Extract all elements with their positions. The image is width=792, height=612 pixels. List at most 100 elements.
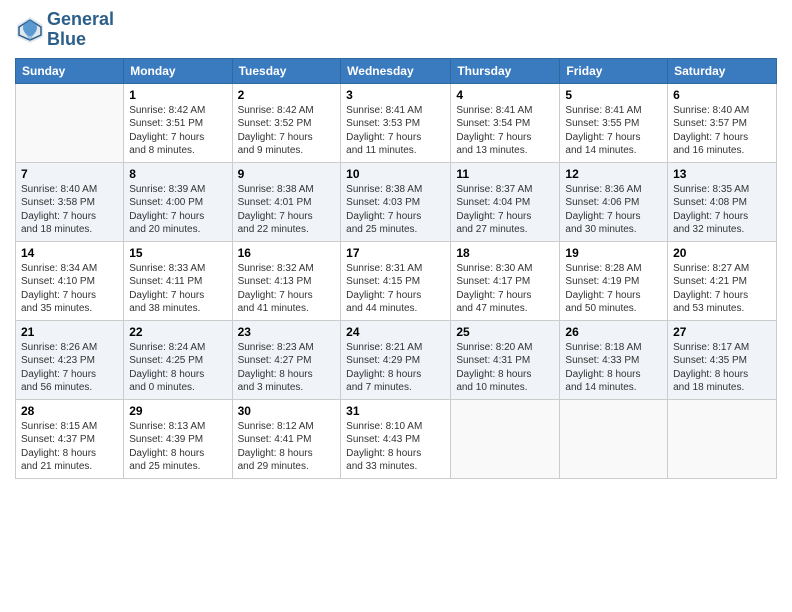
cell-info: Sunrise: 8:27 AMSunset: 4:21 PMDaylight:… xyxy=(673,262,771,316)
day-number: 21 xyxy=(21,325,118,339)
cell-info: Sunrise: 8:12 AMSunset: 4:41 PMDaylight:… xyxy=(238,420,336,474)
day-number: 18 xyxy=(456,246,554,260)
cell-info: Sunrise: 8:35 AMSunset: 4:08 PMDaylight:… xyxy=(673,183,771,237)
day-number: 4 xyxy=(456,88,554,102)
weekday-header-cell: Saturday xyxy=(668,58,777,83)
day-number: 14 xyxy=(21,246,118,260)
cell-info: Sunrise: 8:32 AMSunset: 4:13 PMDaylight:… xyxy=(238,262,336,316)
cell-info: Sunrise: 8:30 AMSunset: 4:17 PMDaylight:… xyxy=(456,262,554,316)
day-number: 30 xyxy=(238,404,336,418)
cell-info: Sunrise: 8:40 AMSunset: 3:58 PMDaylight:… xyxy=(21,183,118,237)
cell-info: Sunrise: 8:38 AMSunset: 4:01 PMDaylight:… xyxy=(238,183,336,237)
weekday-header-cell: Sunday xyxy=(16,58,124,83)
day-number: 3 xyxy=(346,88,445,102)
calendar-cell: 4 Sunrise: 8:41 AMSunset: 3:54 PMDaylight… xyxy=(451,83,560,162)
calendar-cell xyxy=(16,83,124,162)
calendar-cell: 30 Sunrise: 8:12 AMSunset: 4:41 PMDayligh… xyxy=(232,399,341,478)
day-number: 10 xyxy=(346,167,445,181)
cell-info: Sunrise: 8:42 AMSunset: 3:52 PMDaylight:… xyxy=(238,104,336,158)
calendar-cell xyxy=(451,399,560,478)
calendar-cell: 24Sunrise: 8:21 AMSunset: 4:29 PMDayligh… xyxy=(341,320,451,399)
calendar-cell: 11 Sunrise: 8:37 AMSunset: 4:04 PMDayligh… xyxy=(451,162,560,241)
calendar-cell: 13Sunrise: 8:35 AMSunset: 4:08 PMDayligh… xyxy=(668,162,777,241)
calendar-cell: 18 Sunrise: 8:30 AMSunset: 4:17 PMDayligh… xyxy=(451,241,560,320)
calendar-cell xyxy=(560,399,668,478)
day-number: 28 xyxy=(21,404,118,418)
day-number: 19 xyxy=(565,246,662,260)
cell-info: Sunrise: 8:10 AMSunset: 4:43 PMDaylight:… xyxy=(346,420,445,474)
cell-info: Sunrise: 8:28 AMSunset: 4:19 PMDaylight:… xyxy=(565,262,662,316)
day-number: 16 xyxy=(238,246,336,260)
calendar-week-row: 28 Sunrise: 8:15 AMSunset: 4:37 PMDayligh… xyxy=(16,399,777,478)
cell-info: Sunrise: 8:40 AMSunset: 3:57 PMDaylight:… xyxy=(673,104,771,158)
calendar-cell: 31 Sunrise: 8:10 AMSunset: 4:43 PMDayligh… xyxy=(341,399,451,478)
cell-info: Sunrise: 8:26 AMSunset: 4:23 PMDaylight:… xyxy=(21,341,118,395)
day-number: 23 xyxy=(238,325,336,339)
header: General Blue xyxy=(15,10,777,50)
calendar-cell: 27Sunrise: 8:17 AMSunset: 4:35 PMDayligh… xyxy=(668,320,777,399)
calendar-cell: 23 Sunrise: 8:23 AMSunset: 4:27 PMDayligh… xyxy=(232,320,341,399)
calendar-cell: 5 Sunrise: 8:41 AMSunset: 3:55 PMDaylight… xyxy=(560,83,668,162)
day-number: 26 xyxy=(565,325,662,339)
cell-info: Sunrise: 8:41 AMSunset: 3:55 PMDaylight:… xyxy=(565,104,662,158)
calendar-cell: 2Sunrise: 8:42 AMSunset: 3:52 PMDaylight… xyxy=(232,83,341,162)
cell-info: Sunrise: 8:36 AMSunset: 4:06 PMDaylight:… xyxy=(565,183,662,237)
weekday-header-cell: Monday xyxy=(124,58,232,83)
cell-info: Sunrise: 8:42 AMSunset: 3:51 PMDaylight:… xyxy=(129,104,226,158)
calendar-cell: 22 Sunrise: 8:24 AMSunset: 4:25 PMDayligh… xyxy=(124,320,232,399)
cell-info: Sunrise: 8:13 AMSunset: 4:39 PMDaylight:… xyxy=(129,420,226,474)
day-number: 25 xyxy=(456,325,554,339)
calendar-cell: 17Sunrise: 8:31 AMSunset: 4:15 PMDayligh… xyxy=(341,241,451,320)
cell-info: Sunrise: 8:37 AMSunset: 4:04 PMDaylight:… xyxy=(456,183,554,237)
day-number: 9 xyxy=(238,167,336,181)
calendar-week-row: 1 Sunrise: 8:42 AMSunset: 3:51 PMDaylight… xyxy=(16,83,777,162)
cell-info: Sunrise: 8:23 AMSunset: 4:27 PMDaylight:… xyxy=(238,341,336,395)
calendar-cell: 8Sunrise: 8:39 AMSunset: 4:00 PMDaylight… xyxy=(124,162,232,241)
cell-info: Sunrise: 8:20 AMSunset: 4:31 PMDaylight:… xyxy=(456,341,554,395)
calendar-cell: 29 Sunrise: 8:13 AMSunset: 4:39 PMDayligh… xyxy=(124,399,232,478)
cell-info: Sunrise: 8:41 AMSunset: 3:53 PMDaylight:… xyxy=(346,104,445,158)
day-number: 27 xyxy=(673,325,771,339)
cell-info: Sunrise: 8:41 AMSunset: 3:54 PMDaylight:… xyxy=(456,104,554,158)
day-number: 11 xyxy=(456,167,554,181)
calendar-cell: 20 Sunrise: 8:27 AMSunset: 4:21 PMDayligh… xyxy=(668,241,777,320)
cell-info: Sunrise: 8:34 AMSunset: 4:10 PMDaylight:… xyxy=(21,262,118,316)
weekday-header-cell: Tuesday xyxy=(232,58,341,83)
calendar-week-row: 14 Sunrise: 8:34 AMSunset: 4:10 PMDayligh… xyxy=(16,241,777,320)
cell-info: Sunrise: 8:21 AMSunset: 4:29 PMDaylight:… xyxy=(346,341,445,395)
day-number: 1 xyxy=(129,88,226,102)
calendar-cell: 7 Sunrise: 8:40 AMSunset: 3:58 PMDaylight… xyxy=(16,162,124,241)
weekday-header-cell: Thursday xyxy=(451,58,560,83)
logo-text: General Blue xyxy=(47,10,114,50)
day-number: 29 xyxy=(129,404,226,418)
calendar-cell: 28 Sunrise: 8:15 AMSunset: 4:37 PMDayligh… xyxy=(16,399,124,478)
calendar-cell: 14 Sunrise: 8:34 AMSunset: 4:10 PMDayligh… xyxy=(16,241,124,320)
cell-info: Sunrise: 8:33 AMSunset: 4:11 PMDaylight:… xyxy=(129,262,226,316)
calendar-cell: 25 Sunrise: 8:20 AMSunset: 4:31 PMDayligh… xyxy=(451,320,560,399)
calendar-cell: 21 Sunrise: 8:26 AMSunset: 4:23 PMDayligh… xyxy=(16,320,124,399)
cell-info: Sunrise: 8:24 AMSunset: 4:25 PMDaylight:… xyxy=(129,341,226,395)
cell-info: Sunrise: 8:15 AMSunset: 4:37 PMDaylight:… xyxy=(21,420,118,474)
cell-info: Sunrise: 8:18 AMSunset: 4:33 PMDaylight:… xyxy=(565,341,662,395)
calendar-table: SundayMondayTuesdayWednesdayThursdayFrid… xyxy=(15,58,777,479)
day-number: 15 xyxy=(129,246,226,260)
calendar-cell: 6 Sunrise: 8:40 AMSunset: 3:57 PMDaylight… xyxy=(668,83,777,162)
calendar-cell xyxy=(668,399,777,478)
day-number: 8 xyxy=(129,167,226,181)
logo-icon xyxy=(15,15,45,45)
calendar-cell: 16 Sunrise: 8:32 AMSunset: 4:13 PMDayligh… xyxy=(232,241,341,320)
day-number: 6 xyxy=(673,88,771,102)
calendar-week-row: 21 Sunrise: 8:26 AMSunset: 4:23 PMDayligh… xyxy=(16,320,777,399)
day-number: 31 xyxy=(346,404,445,418)
weekday-header-cell: Wednesday xyxy=(341,58,451,83)
day-number: 12 xyxy=(565,167,662,181)
day-number: 20 xyxy=(673,246,771,260)
weekday-header-cell: Friday xyxy=(560,58,668,83)
calendar-cell: 1 Sunrise: 8:42 AMSunset: 3:51 PMDaylight… xyxy=(124,83,232,162)
day-number: 5 xyxy=(565,88,662,102)
calendar-cell: 19 Sunrise: 8:28 AMSunset: 4:19 PMDayligh… xyxy=(560,241,668,320)
day-number: 22 xyxy=(129,325,226,339)
day-number: 7 xyxy=(21,167,118,181)
day-number: 17 xyxy=(346,246,445,260)
calendar-cell: 3 Sunrise: 8:41 AMSunset: 3:53 PMDaylight… xyxy=(341,83,451,162)
